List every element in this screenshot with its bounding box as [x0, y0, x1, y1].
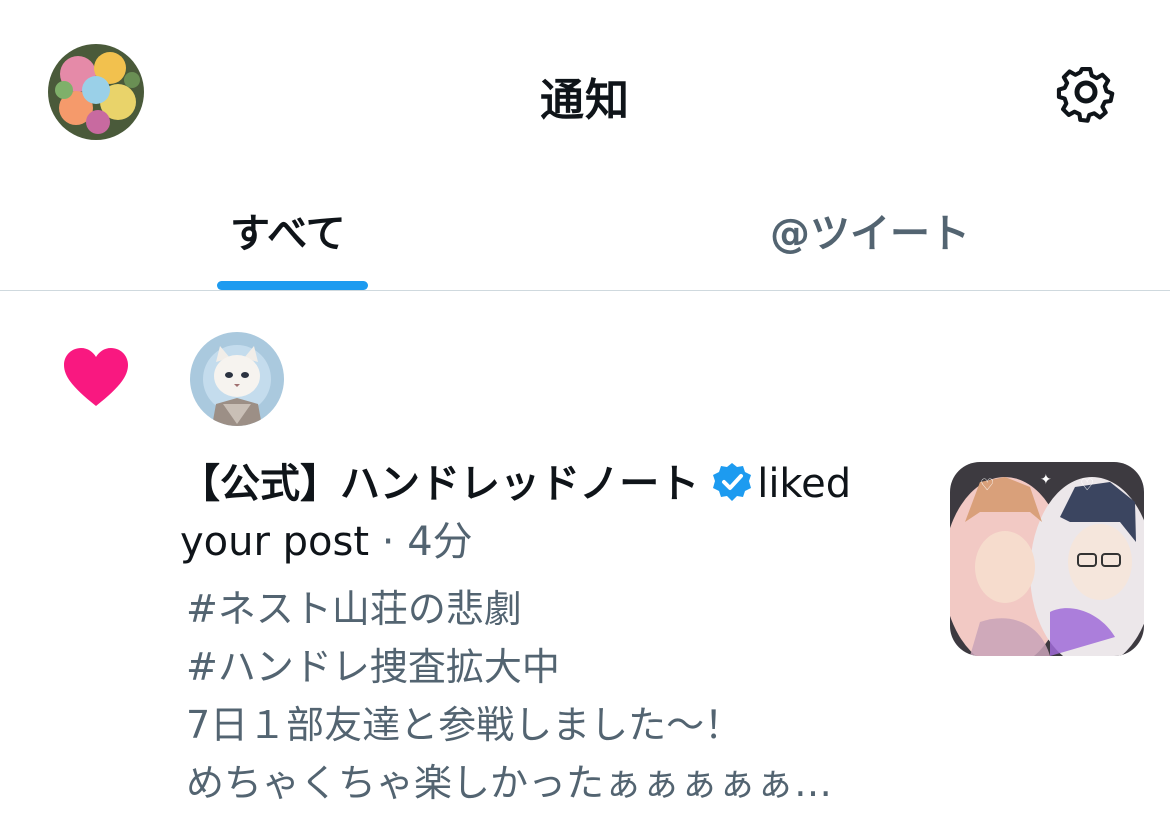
post-thumbnail[interactable]: ♡ ♡ ✦	[950, 462, 1144, 656]
tab-active-indicator	[217, 281, 368, 290]
account-name[interactable]: 【公式】ハンドレッドノート	[180, 461, 699, 507]
svg-text:✦: ✦	[1040, 472, 1052, 488]
separator: ·	[381, 519, 395, 565]
tab-all-label: すべて	[230, 211, 346, 257]
heart-icon	[64, 348, 128, 406]
tab-mentions-label: @ツイート	[770, 211, 970, 257]
notification-item[interactable]: 【公式】ハンドレッドノート liked your post · 4分 #ネスト山荘…	[0, 292, 1170, 835]
verified-badge-icon	[713, 463, 752, 501]
top-bar: 通知	[0, 0, 1170, 185]
tab-mentions[interactable]: @ツイート	[585, 185, 1170, 290]
gear-icon	[1056, 66, 1115, 123]
svg-text:♡: ♡	[980, 475, 994, 494]
timestamp: 4分	[407, 519, 473, 565]
notification-headline: 【公式】ハンドレッドノート liked your post · 4分	[180, 455, 880, 571]
settings-button[interactable]	[1052, 58, 1120, 126]
post-text: #ネスト山荘の悲劇 #ハンドレ捜査拡大中 7日１部友達と参戦しました〜！ めちゃ…	[186, 587, 833, 805]
liker-avatar[interactable]	[190, 332, 284, 426]
tab-bar: すべて @ツイート	[0, 185, 1170, 291]
svg-text:♡: ♡	[1080, 475, 1094, 494]
tab-all[interactable]: すべて	[0, 185, 585, 290]
page-title: 通知	[540, 75, 630, 126]
